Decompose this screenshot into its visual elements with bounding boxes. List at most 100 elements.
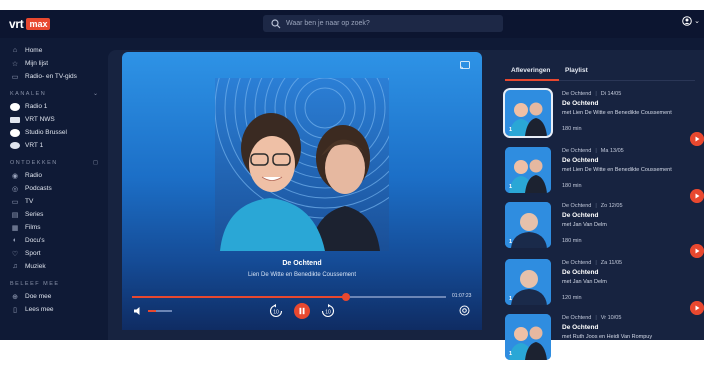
sidebar-item-stubru[interactable]: Studio Brussel: [0, 126, 108, 139]
episode-host: met Lien De Witte en Benedikte Coussemen…: [562, 110, 672, 116]
episode-host: met Lien De Witte en Benedikte Coussemen…: [562, 167, 672, 173]
episode-item[interactable]: 1 De Ochtend | Za 11/05 De Ochtend met Jan…: [505, 259, 704, 315]
volume-fill: [148, 310, 157, 312]
sidebar-item-label: Doe mee: [25, 293, 52, 300]
home-icon: ⌂: [12, 47, 18, 54]
sidebar-item-label: Radio- en TV-gids: [25, 73, 77, 80]
section-beleef-mee[interactable]: BELEEF MEE: [0, 277, 108, 290]
episode-host: met Jan Van Delm: [562, 279, 607, 285]
sidebar-item-home[interactable]: ⌂ Home: [0, 44, 108, 57]
sidebar-item-mijn-lijst[interactable]: ☆ Mijn lijst: [0, 57, 108, 70]
sidebar-item-label: Lees mee: [25, 306, 54, 313]
sidebar-item-gids[interactable]: ▭ Radio- en TV-gids: [0, 70, 108, 83]
episode-duration: 180 min: [562, 238, 582, 244]
vrt1-logo-icon: [10, 142, 20, 149]
episode-meta: De Ochtend | Di 14/05: [562, 91, 622, 97]
sidebar-item-label: VRT 1: [25, 142, 44, 149]
audio-player: De Ochtend Lien De Witte en Benedikte Co…: [122, 52, 482, 330]
vrt-max-logo[interactable]: vrt max: [9, 17, 51, 31]
episode-number: 1: [509, 351, 513, 357]
settings-icon[interactable]: [459, 305, 470, 316]
play-button[interactable]: [690, 189, 704, 203]
sidebar-item-tv[interactable]: ▭ TV: [0, 195, 108, 208]
episode-item[interactable]: 1 De Ochtend | Vr 10/05 De Ochtend met Rut…: [505, 314, 700, 366]
sidebar-item-label: Home: [25, 47, 43, 54]
volume-control[interactable]: [133, 305, 173, 317]
sidebar-item-radio1[interactable]: Radio 1: [0, 100, 108, 113]
episode-title: De Ochtend: [562, 157, 599, 164]
section-title: ONTDEKKEN: [10, 159, 58, 166]
search-input[interactable]: Waar ben je naar op zoek?: [263, 15, 503, 32]
sidebar-item-label: Studio Brussel: [25, 129, 67, 136]
sidebar-item-muziek[interactable]: ♫ Muziek: [0, 260, 108, 273]
participate-icon: ⊕: [12, 293, 18, 301]
section-kanalen[interactable]: KANALEN ⌄: [0, 87, 108, 100]
progress-bar[interactable]: [132, 293, 446, 301]
search-icon: [271, 18, 281, 28]
sidebar-item-label: Radio 1: [25, 103, 48, 110]
skip-forward-label: 10: [325, 309, 331, 315]
sidebar-item-podcasts[interactable]: ◎ Podcasts: [0, 182, 108, 195]
episode-host: met Ruth Joos en Heidi Van Rompuy: [562, 334, 653, 340]
episode-item[interactable]: 1 De Ochtend | Zo 12/05 De Ochtend met Jan…: [505, 202, 704, 258]
section-title: BELEEF MEE: [10, 280, 60, 287]
sidebar-item-label: Muziek: [25, 263, 46, 270]
episode-tabs: Afleveringen Playlist: [505, 60, 695, 81]
episode-number: 1: [509, 127, 513, 133]
section-ontdekken[interactable]: ONTDEKKEN ◻: [0, 156, 108, 169]
account-button[interactable]: ⌄: [682, 16, 700, 26]
episode-item[interactable]: 1 De Ochtend | Ma 13/05 De Ochtend met Lie…: [505, 147, 704, 203]
docu-icon: ◐: [12, 237, 18, 244]
episode-meta: De Ochtend | Vr 10/05: [562, 315, 622, 321]
sidebar-item-radio[interactable]: ◉ Radio: [0, 169, 108, 182]
sidebar-item-docus[interactable]: ◐ Docu's: [0, 234, 108, 247]
pause-button[interactable]: [294, 303, 310, 319]
skip-back-button[interactable]: 10: [268, 303, 284, 319]
active-tab-indicator: [505, 79, 559, 81]
vrtnws-logo-icon: [10, 116, 20, 123]
music-icon: ♫: [12, 263, 18, 270]
play-button[interactable]: [690, 301, 704, 315]
episode-host: met Jan Van Delm: [562, 222, 607, 228]
read-icon: ▯: [13, 306, 17, 314]
sidebar-item-films[interactable]: ▦ Films: [0, 221, 108, 234]
star-icon: ☆: [11, 60, 19, 68]
progress-handle[interactable]: [341, 293, 350, 301]
user-icon: [682, 16, 692, 26]
sidebar-item-sport[interactable]: ♡ Sport: [0, 247, 108, 260]
progress-fill: [132, 296, 346, 298]
episode-title: De Ochtend: [562, 324, 599, 331]
episode-duration: 180 min: [562, 126, 582, 132]
episode-thumbnail: 1: [505, 147, 551, 193]
episode-artwork: [215, 78, 389, 251]
episode-meta: De Ochtend | Ma 13/05: [562, 148, 624, 154]
chevron-down-icon: ⌄: [92, 91, 98, 97]
sidebar-item-series[interactable]: ▤ Series: [0, 208, 108, 221]
stubru-logo-icon: [10, 128, 20, 137]
top-bar: vrt max Waar ben je naar op zoek? ⌄: [0, 10, 704, 38]
volume-slider[interactable]: [148, 310, 172, 312]
playback-controls: 10 10: [268, 303, 338, 319]
sidebar-item-doe-mee[interactable]: ⊕ Doe mee: [0, 290, 108, 303]
film-icon: ▦: [11, 224, 19, 232]
cast-icon[interactable]: [460, 61, 470, 69]
section-title: KANALEN: [10, 90, 47, 97]
episode-number: 1: [509, 239, 513, 245]
volume-icon[interactable]: [133, 306, 143, 316]
episode-item[interactable]: 1 De Ochtend | Di 14/05 De Ochtend met Lie…: [503, 88, 704, 146]
sidebar-item-lees-mee[interactable]: ▯ Lees mee: [0, 303, 108, 316]
sidebar-item-label: Docu's: [25, 237, 45, 244]
tab-playlist[interactable]: Playlist: [565, 67, 588, 74]
play-button[interactable]: [690, 244, 704, 258]
sidebar-item-label: Sport: [25, 250, 41, 257]
play-button[interactable]: [690, 132, 704, 146]
sidebar-item-vrtnws[interactable]: VRT NWS: [0, 113, 108, 126]
sidebar-item-vrt1[interactable]: VRT 1: [0, 139, 108, 152]
skip-back-label: 10: [273, 309, 279, 315]
tv-icon: ▭: [11, 198, 19, 206]
skip-forward-button[interactable]: 10: [320, 303, 336, 319]
tab-afleveringen[interactable]: Afleveringen: [511, 67, 550, 74]
sidebar-item-label: Films: [25, 224, 41, 231]
episode-duration: 120 min: [562, 295, 582, 301]
sidebar-item-label: Radio: [25, 172, 42, 179]
